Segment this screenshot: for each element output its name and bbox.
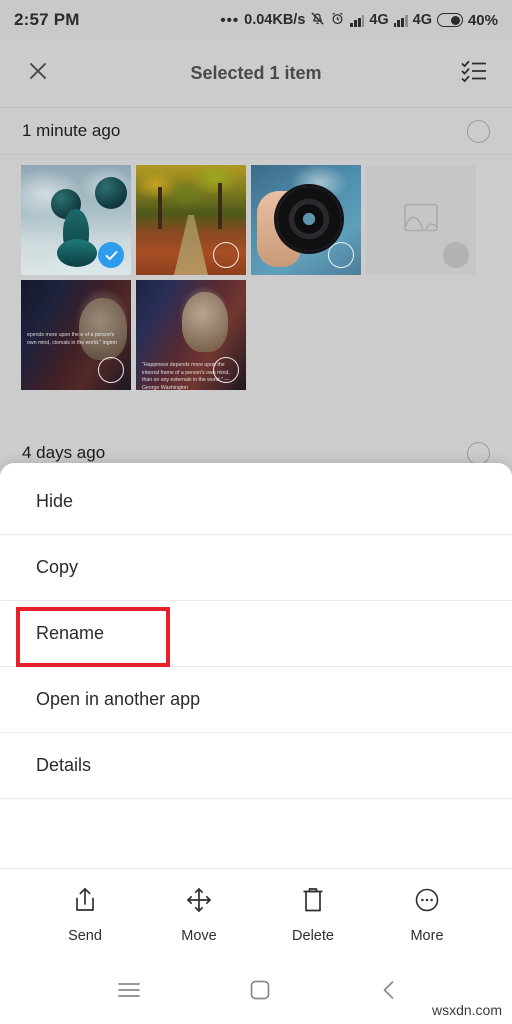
app-bar: Selected 1 item — [0, 40, 512, 108]
page-title: Selected 1 item — [190, 63, 322, 83]
battery-percent: 40% — [467, 11, 498, 29]
alarm-clock-icon — [330, 11, 345, 29]
menu-item-label: Open in another app — [36, 689, 201, 709]
action-label: Move — [181, 927, 217, 944]
menu-item-label: Hide — [36, 491, 74, 511]
photo-select-circle[interactable] — [213, 242, 239, 268]
trash-icon — [300, 886, 326, 919]
send-button[interactable]: Send — [43, 886, 127, 944]
network-speed: 0.04KB/s — [244, 12, 306, 28]
status-dots: ••• — [220, 11, 240, 29]
image-placeholder-icon — [404, 203, 438, 237]
nav-menu-button[interactable] — [117, 979, 141, 1006]
select-all-button[interactable] — [436, 58, 512, 89]
sim1-network-label: 4G — [369, 12, 389, 28]
action-bar: Send Move Delete More — [0, 868, 512, 960]
menu-item-hide[interactable]: Hide — [0, 469, 512, 535]
move-arrows-icon — [186, 886, 212, 919]
more-button[interactable]: More — [385, 886, 469, 944]
share-icon — [72, 886, 98, 919]
action-label: More — [410, 927, 444, 944]
photo-select-circle[interactable] — [443, 242, 469, 268]
menu-item-label: Details — [36, 755, 92, 775]
photo-select-circle[interactable] — [328, 242, 354, 268]
photo-thumbnail-camera-lens[interactable] — [251, 165, 361, 275]
watermark: wsxdn.com — [431, 1002, 502, 1018]
menu-item-label: Copy — [36, 557, 79, 577]
context-menu: Hide Copy Rename Open in another app Det… — [0, 463, 512, 799]
photo-select-circle[interactable] — [213, 357, 239, 383]
status-icons: ••• 0.04KB/s 4G 4G 40% — [220, 11, 498, 29]
navigation-bar: wsxdn.com — [0, 960, 512, 1024]
close-icon — [25, 58, 51, 89]
status-bar: 2:57 PM ••• 0.04KB/s 4G 4G 40% — [0, 0, 512, 40]
home-square-icon — [249, 979, 271, 1006]
photo-select-circle[interactable] — [98, 357, 124, 383]
nav-home-button[interactable] — [249, 979, 271, 1006]
sim2-network-label: 4G — [412, 12, 432, 28]
section-select-radio[interactable] — [467, 119, 490, 143]
photo-thumbnail-washington-quote-2[interactable]: "Happiness depends more upon the interna… — [136, 280, 246, 390]
move-button[interactable]: Move — [157, 886, 241, 944]
photo-thumbnail-loading-placeholder[interactable] — [366, 165, 476, 275]
action-label: Delete — [292, 927, 334, 944]
section-header-1-minute-ago[interactable]: 1 minute ago — [0, 108, 512, 155]
back-chevron-icon — [379, 979, 399, 1006]
photo-thumbnail-washington-quote-1[interactable]: epends more upon the e of a person's own… — [21, 280, 131, 390]
photo-selected-check[interactable] — [98, 242, 124, 268]
menu-item-details[interactable]: Details — [0, 733, 512, 799]
menu-item-label: Rename — [36, 623, 105, 643]
hamburger-menu-icon — [117, 981, 141, 1004]
section-select-radio[interactable] — [467, 441, 490, 465]
battery-icon — [436, 13, 463, 27]
signal-bars-icon — [350, 14, 365, 27]
silent-bell-icon — [310, 11, 325, 29]
menu-item-open-in-another-app[interactable]: Open in another app — [0, 667, 512, 733]
photo-thumbnail-statue-balloons[interactable] — [21, 165, 131, 275]
close-button[interactable] — [0, 58, 76, 89]
section-label: 4 days ago — [22, 443, 106, 462]
status-time: 2:57 PM — [14, 10, 80, 29]
checklist-icon — [460, 58, 488, 89]
photo-caption: epends more upon the e of a person's own… — [27, 332, 117, 346]
more-circle-icon — [414, 886, 440, 919]
section-label: 1 minute ago — [22, 121, 121, 140]
menu-item-copy[interactable]: Copy — [0, 535, 512, 601]
signal-bars-icon — [393, 14, 408, 27]
bottom-sheet: Hide Copy Rename Open in another app Det… — [0, 463, 512, 960]
delete-button[interactable]: Delete — [271, 886, 355, 944]
nav-back-button[interactable] — [379, 979, 399, 1006]
phone-screen: 2:57 PM ••• 0.04KB/s 4G 4G 40% Selected … — [0, 0, 512, 1024]
menu-item-rename[interactable]: Rename — [0, 601, 512, 667]
photo-grid-1: epends more upon the e of a person's own… — [0, 155, 512, 400]
action-label: Send — [68, 927, 102, 944]
photo-thumbnail-autumn-path[interactable] — [136, 165, 246, 275]
